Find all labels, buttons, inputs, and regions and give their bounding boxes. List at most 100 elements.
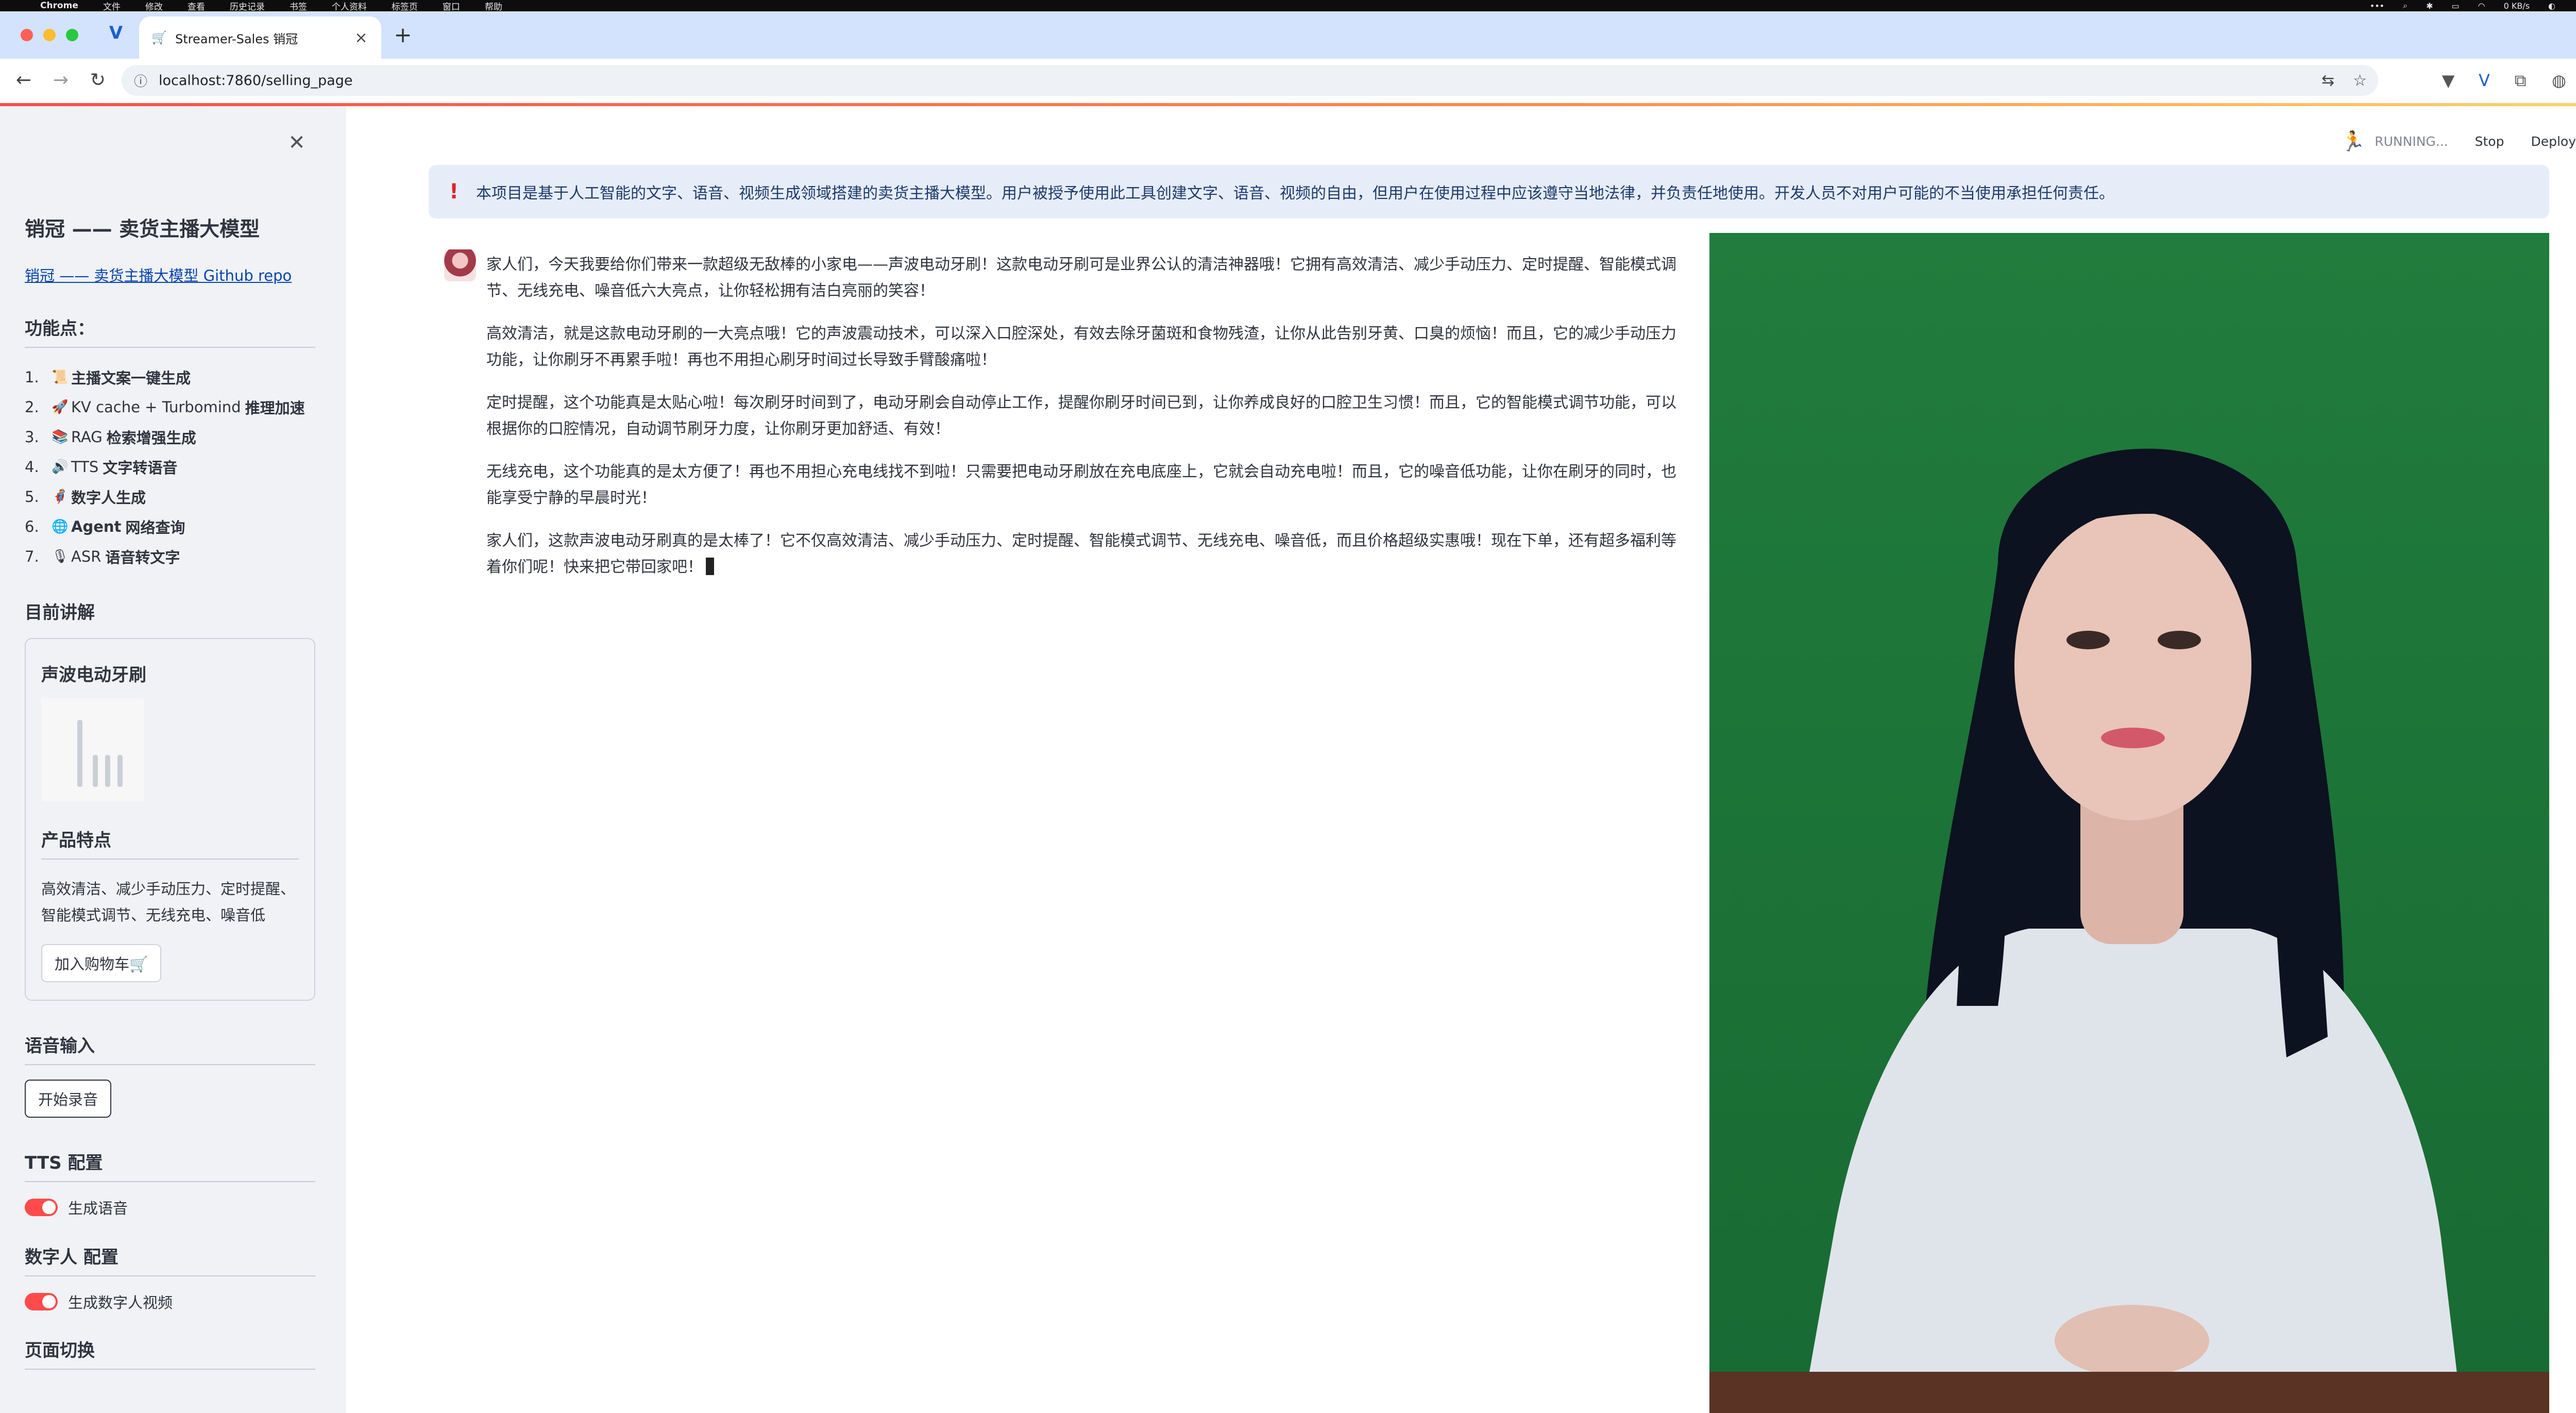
feature-plain: TTS [71, 458, 99, 476]
tts-toggle-row: 生成语音 [25, 1197, 315, 1218]
feature-item: 2. 🚀 KV cache + Turbomind 推理加速 [25, 392, 315, 422]
menu-edit[interactable]: 修改 [145, 0, 163, 12]
deploy-button[interactable]: Deploy [2531, 134, 2576, 149]
bookmark-star-icon[interactable]: ☆ [2353, 72, 2367, 90]
message-paragraph: 家人们，今天我要给你们带来一款超级无敌棒的小家电——声波电动牙刷！这款电动牙刷可… [486, 256, 1676, 300]
message-paragraph: 家人们，这款声波电动牙刷真的是太棒了！它不仅高效清洁、减少手动压力、定时提醒、智… [486, 532, 1676, 576]
microphone-icon: 🎙 [52, 549, 69, 564]
translate-icon[interactable]: ⇆ [2321, 72, 2334, 90]
feature-num: 7. [25, 548, 39, 565]
feature-plain: KV cache + Turbomind [71, 398, 241, 416]
cart-favicon-icon: 🛒 [151, 30, 167, 45]
feature-bold: 数字人生成 [71, 489, 146, 507]
page-switch-heading: 页面切换 [25, 1336, 315, 1370]
rocket-icon: 🚀 [52, 399, 69, 415]
menu-file[interactable]: 文件 [103, 0, 121, 12]
feature-num: 1. [25, 368, 39, 386]
profile-icon[interactable]: ◍ [2548, 69, 2570, 92]
feature-num: 5. [25, 488, 39, 506]
net-speed: 0 KB/s [2503, 1, 2530, 11]
new-tab-button[interactable]: + [392, 24, 414, 46]
menu-profiles[interactable]: 个人资料 [332, 0, 367, 12]
digital-human-heading: 数字人 配置 [25, 1243, 315, 1276]
menu-bookmarks[interactable]: 书签 [290, 0, 307, 12]
tab-search-icon[interactable]: V [106, 23, 126, 43]
close-window-button[interactable] [21, 29, 33, 41]
message-paragraph: 无线充电，这个功能真的是太方便了！再也不用担心充电线找不到啦！只需要把电动牙刷放… [486, 463, 1676, 507]
scroll-icon: 📜 [52, 369, 69, 385]
add-to-cart-button[interactable]: 加入购物车🛒 [41, 944, 162, 982]
menu-status-area: ••• ⌕ ✱ ▭ ◠ 0 KB/s ◐ [2370, 1, 2555, 11]
extension-vue-icon[interactable]: V [2473, 69, 2496, 92]
url-text[interactable]: localhost:7860/selling_page [159, 73, 2303, 89]
extension-v-icon[interactable]: ▼ [2437, 69, 2460, 92]
battery-icon[interactable]: ▭ [2451, 1, 2459, 11]
tab-close-icon[interactable]: × [353, 29, 369, 47]
features-heading: 功能点： [25, 314, 315, 348]
message-paragraph: 高效清洁，就是这款电动牙刷的一大亮点哦！它的声波震动技术，可以深入口腔深处，有效… [486, 325, 1676, 369]
feature-bold: 推理加速 [245, 399, 305, 417]
digital-human-toggle[interactable] [25, 1293, 58, 1310]
search-icon[interactable]: ⌕ [2403, 1, 2408, 11]
feature-bold: 主播文案一键生成 [71, 369, 191, 387]
zoom-window-button[interactable] [66, 29, 78, 41]
streamlit-decoration-bar [0, 103, 2576, 106]
product-name: 声波电动牙刷 [41, 665, 146, 685]
window-controls [21, 29, 78, 41]
feature-item: 7. 🎙 ASR 语音转文字 [25, 542, 315, 571]
feature-plain: RAG [71, 428, 103, 446]
menu-tabs[interactable]: 标签页 [392, 0, 418, 12]
feature-bold: 语音转文字 [105, 549, 180, 566]
feature-item: 4. 🔊 TTS 文字转语音 [25, 452, 315, 482]
digital-human-video[interactable] [1709, 233, 2549, 1413]
features-list: 1. 📜 主播文案一键生成 2. 🚀 KV cache + Turbomind 推理加速 … [25, 362, 315, 571]
menu-app-name[interactable]: Chrome [40, 1, 78, 11]
current-heading: 目前讲解 [25, 602, 95, 623]
menu-window[interactable]: 窗口 [443, 0, 460, 12]
reload-icon[interactable]: ↻ [87, 69, 109, 92]
minimize-window-button[interactable] [43, 29, 56, 41]
github-repo-link[interactable]: 销冠 —— 卖货主播大模型 Github repo [25, 264, 315, 285]
more-icon[interactable]: ••• [2370, 1, 2384, 11]
feature-plain: Agent [71, 518, 122, 535]
disclaimer-alert: ! 本项目是基于人工智能的文字、语音、视频生成领域搭建的卖货主播大模型。用户被授… [429, 165, 2549, 218]
site-info-icon[interactable]: ⓘ [133, 71, 148, 90]
feature-num: 4. [25, 458, 39, 476]
tts-toggle[interactable] [25, 1199, 58, 1216]
feature-plain: ASR [71, 548, 101, 565]
close-sidebar-icon[interactable]: ✕ [286, 131, 307, 155]
browser-tab[interactable]: 🛒 Streamer-Sales 销冠 × [139, 16, 381, 59]
bluetooth-icon[interactable]: ✱ [2426, 1, 2433, 11]
browser-tab-strip: V 🛒 Streamer-Sales 销冠 × + [0, 11, 2576, 59]
browser-toolbar: ← → ↻ ⓘ localhost:7860/selling_page ⇆ ☆ … [0, 59, 2576, 103]
start-recording-button[interactable]: 开始录音 [25, 1080, 112, 1118]
address-bar[interactable]: ⓘ localhost:7860/selling_page ⇆ ☆ [122, 65, 2378, 96]
feature-bold: 检索增强生成 [106, 429, 196, 447]
message-paragraph: 定时提醒，这个功能真是太贴心啦！每次刷牙时间到了，电动牙刷会自动停止工作，提醒你… [486, 394, 1676, 438]
disclaimer-text: 本项目是基于人工智能的文字、语音、视频生成领域搭建的卖货主播大模型。用户被授予使… [476, 184, 2114, 203]
sidebar: ✕ 销冠 —— 卖货主播大模型 销冠 —— 卖货主播大模型 Github rep… [0, 106, 346, 1413]
assistant-avatar [444, 249, 476, 281]
menu-help[interactable]: 帮助 [485, 0, 502, 12]
digital-human-toggle-label: 生成数字人视频 [68, 1294, 173, 1311]
feature-item: 5. 🦸 数字人生成 [25, 482, 315, 512]
stop-button[interactable]: Stop [2475, 134, 2504, 149]
control-center-icon[interactable]: ◐ [2548, 1, 2555, 11]
feature-num: 6. [25, 518, 39, 535]
books-icon: 📚 [52, 429, 69, 445]
message-content: 家人们，今天我要给你们带来一款超级无敌棒的小家电——声波电动牙刷！这款电动牙刷可… [486, 251, 1691, 597]
back-icon[interactable]: ← [12, 69, 35, 92]
globe-icon: 🌐 [52, 519, 69, 534]
digital-human-toggle-row: 生成数字人视频 [25, 1291, 315, 1313]
feature-bold: 文字转语音 [103, 459, 178, 477]
extensions-puzzle-icon[interactable]: ⧉ [2509, 69, 2532, 92]
wifi-icon[interactable]: ◠ [2478, 1, 2485, 11]
menu-history[interactable]: 历史记录 [230, 0, 265, 12]
menu-view[interactable]: 查看 [188, 0, 205, 12]
product-image [41, 698, 144, 801]
feature-bold: 网络查询 [125, 519, 185, 536]
tab-title: Streamer-Sales 销冠 [175, 31, 298, 46]
feature-item: 6. 🌐 Agent 网络查询 [25, 512, 315, 542]
forward-icon[interactable]: → [49, 69, 72, 92]
sidebar-content: 销冠 —— 卖货主播大模型 销冠 —— 卖货主播大模型 Github repo … [25, 213, 315, 1384]
